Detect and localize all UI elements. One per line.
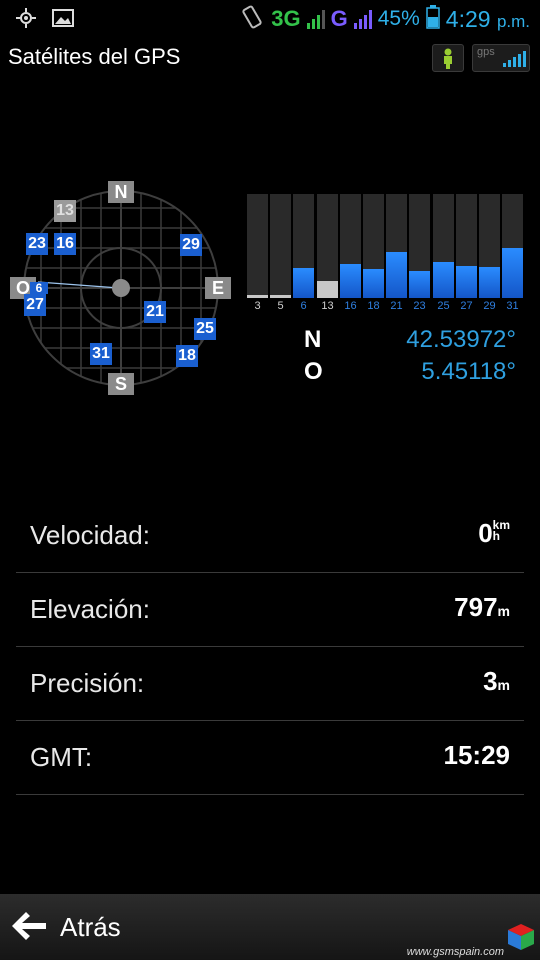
vibrate-icon [239, 4, 265, 35]
signal-bar-fill [270, 295, 291, 298]
signal-bar [293, 194, 314, 298]
signal-bar-label: 27 [460, 300, 473, 312]
signal-bar-label: 21 [390, 300, 403, 312]
signal-bar-fill [456, 266, 477, 298]
signal-bar [317, 194, 338, 298]
signal-bar-fill [479, 267, 500, 298]
satellite-marker[interactable]: 6 [30, 282, 48, 294]
signal-bar-label: 16 [344, 300, 357, 312]
watermark: www.gsmspain.com [406, 946, 504, 958]
elevation-label: Elevación: [30, 594, 150, 624]
satellite-marker[interactable]: 27 [24, 294, 46, 316]
page-title: Satélites del GPS [8, 44, 181, 69]
latitude-value: 42.53972° [406, 326, 516, 353]
signal-bar-fill [363, 269, 384, 298]
signal-bar-label: 5 [277, 300, 284, 312]
satellite-marker[interactable]: 18 [176, 345, 198, 367]
signal-bar-fill [247, 295, 268, 298]
clock: 4:29 p.m. [445, 5, 530, 32]
compass-north: N [108, 181, 134, 203]
signal-bar-fill [409, 271, 430, 298]
satellite-marker[interactable]: 25 [194, 318, 216, 340]
signal-bar [433, 194, 454, 298]
compass-east: E [205, 277, 231, 299]
signal-bar-label: 18 [367, 300, 380, 312]
bottom-bar: Atrás www.gsmspain.com [0, 894, 540, 960]
precision-row: Precisión: 3m [16, 646, 524, 721]
satellite-marker[interactable]: 23 [26, 233, 48, 255]
speed-value: 0 km h [478, 518, 510, 548]
satellite-marker[interactable]: 29 [180, 234, 202, 256]
signal-bar-label: 23 [413, 300, 426, 312]
gps-status-icon[interactable]: gps [472, 44, 530, 72]
precision-value: 3m [483, 666, 510, 696]
signal-bar-fill [502, 248, 523, 298]
signal-bar-label: 3 [254, 300, 261, 312]
signal-bar [479, 194, 500, 298]
gmt-value: 15:29 [443, 740, 511, 770]
signal-bar-label: 25 [437, 300, 450, 312]
signal-bar-fill [293, 268, 314, 298]
signal-bar [502, 194, 523, 298]
speed-label: Velocidad: [30, 520, 150, 550]
signal-bar-fill [317, 281, 338, 298]
gmt-row: GMT: 15:29 [16, 720, 524, 795]
network-type-3g: 3G [271, 6, 301, 31]
signal-bar-fill [386, 252, 407, 298]
satellite-marker[interactable]: 13 [54, 200, 76, 222]
satellite-marker[interactable]: 21 [144, 301, 166, 323]
elevation-row: Elevación: 797m [16, 572, 524, 647]
signal-bar [270, 194, 291, 298]
gps-target-icon [16, 8, 36, 33]
back-arrow-icon [10, 910, 48, 947]
battery-percent: 45% [377, 7, 420, 30]
precision-label: Precisión: [30, 668, 145, 698]
signal-bar [340, 194, 361, 298]
image-icon [52, 9, 74, 32]
signal-bar [386, 194, 407, 298]
person-icon[interactable] [432, 44, 464, 72]
watermark-logo-icon [506, 922, 536, 957]
signal-bar [456, 194, 477, 298]
speed-row: Velocidad: 0 km h [16, 498, 524, 573]
latitude-direction: N [304, 326, 322, 353]
signal-strength-chart: 3 5 6 13 16 18 21 23 25 27 29 31 [247, 194, 523, 314]
satellite-marker[interactable]: 31 [90, 343, 112, 365]
back-button[interactable]: Atrás [0, 894, 200, 960]
satellite-marker[interactable]: 16 [54, 233, 76, 255]
longitude-value: 5.45118° [421, 358, 516, 385]
signal-bar-label: 31 [506, 300, 519, 312]
longitude-direction: O [304, 358, 323, 385]
signal-strength-1-icon [306, 9, 325, 29]
signal-bar-label: 6 [300, 300, 307, 312]
speed-unit: km h [492, 518, 510, 543]
signal-bar-fill [340, 264, 361, 298]
signal-bar-label: 29 [483, 300, 496, 312]
signal-bar-label: 13 [321, 300, 334, 312]
signal-bar [247, 194, 268, 298]
compass-south: S [108, 373, 134, 395]
signal-bar-fill [433, 262, 454, 298]
satellite-radar: N S E O 13 23 16 29 6 27 21 25 31 18 [0, 170, 250, 410]
elevation-value: 797m [454, 592, 510, 622]
gmt-label: GMT: [30, 742, 93, 772]
battery-icon [426, 4, 440, 34]
back-label: Atrás [60, 912, 121, 942]
signal-strength-2-icon [353, 9, 372, 29]
network-type-g: G [330, 6, 348, 31]
signal-bar [409, 194, 430, 298]
status-bar: 3G G 45% 4:29 p.m. [0, 0, 540, 38]
signal-bar [363, 194, 384, 298]
